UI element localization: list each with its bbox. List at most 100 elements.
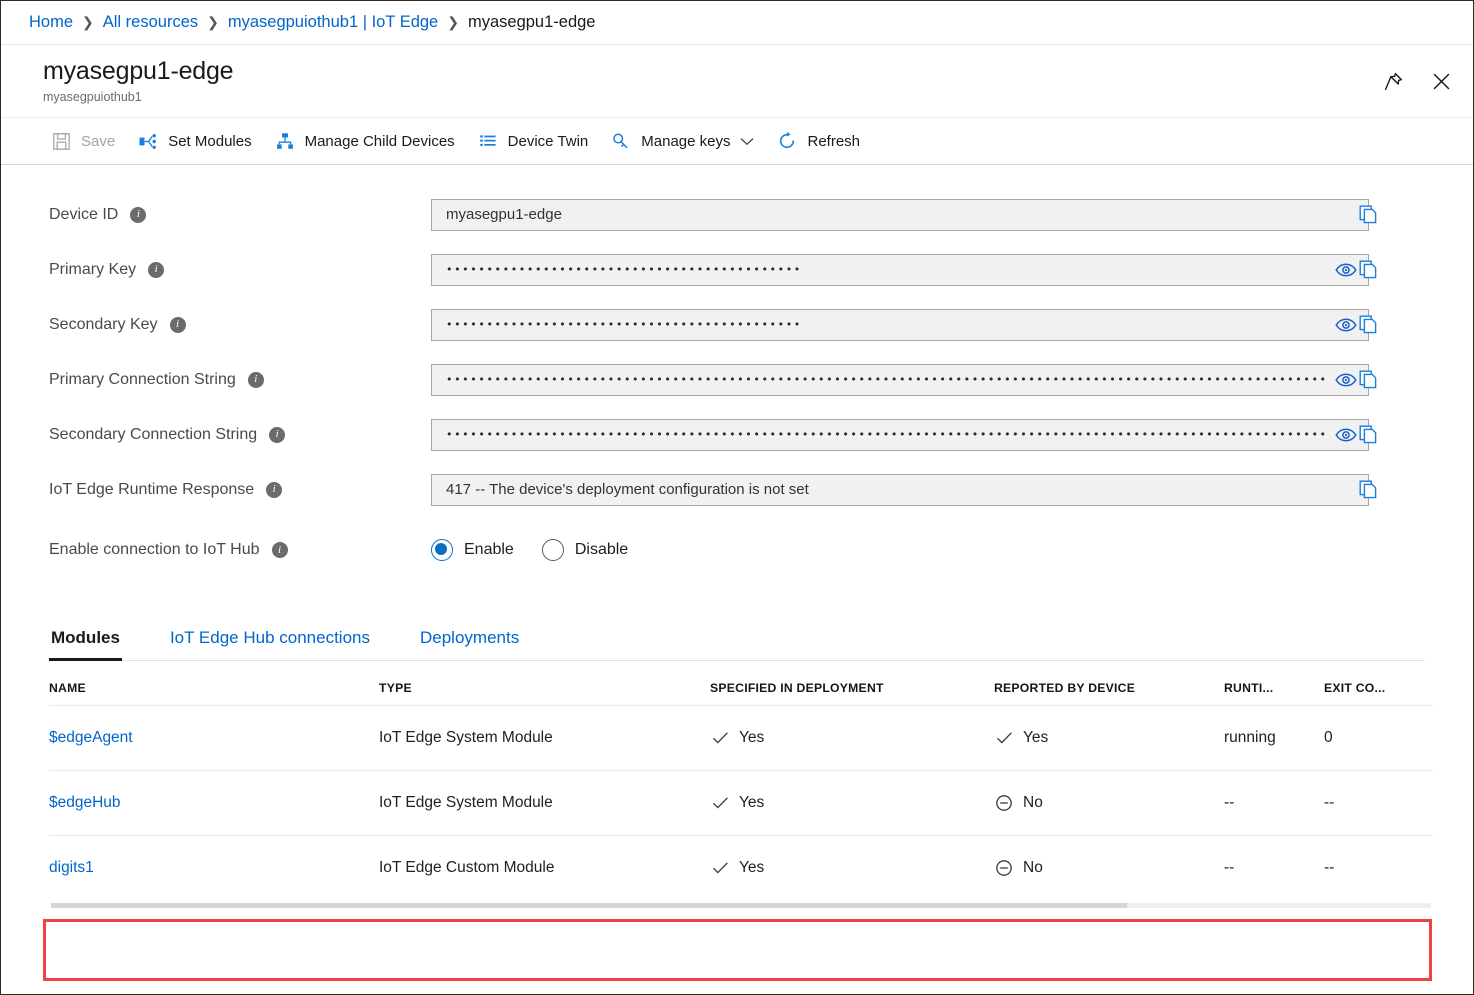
enable-connection-radio-group: Enable Disable (431, 539, 1369, 561)
specified-in-deployment-cell: Yes (710, 858, 994, 878)
chevron-down-icon (740, 137, 754, 146)
module-type: IoT Edge Custom Module (379, 859, 555, 876)
column-header-specified-in-deployment[interactable]: SPECIFIED IN DEPLOYMENT (710, 681, 994, 695)
copy-icon[interactable] (1357, 479, 1379, 501)
info-icon[interactable]: i (269, 426, 286, 443)
table-horizontal-scrollbar[interactable] (51, 903, 1431, 908)
field-control-device-id: myasegpu1-edge (431, 198, 1369, 231)
set-modules-label: Set Modules (168, 132, 252, 150)
field-control-primary-key: ••••••••••••••••••••••••••••••••••••••••… (431, 253, 1369, 286)
field-label-device-id: Device ID i (49, 206, 431, 224)
copy-icon[interactable] (1357, 424, 1379, 446)
field-label-secondary-connection-string: Secondary Connection String i (49, 426, 431, 444)
column-header-runtime-status[interactable]: RUNTI... (1224, 681, 1324, 695)
table-row[interactable]: digits1 IoT Edge Custom Module Yes No --… (49, 835, 1433, 900)
column-header-reported-by-device[interactable]: REPORTED BY DEVICE (994, 681, 1224, 695)
copy-icon[interactable] (1357, 204, 1379, 226)
module-type: IoT Edge System Module (379, 729, 553, 746)
secondary-connection-string-value: ••••••••••••••••••••••••••••••••••••••••… (446, 429, 1328, 440)
specified-in-deployment-value: Yes (739, 794, 765, 811)
save-button[interactable]: Save (39, 125, 126, 157)
exit-code-value: -- (1324, 794, 1335, 811)
tab-deployments[interactable]: Deployments (418, 628, 521, 660)
eye-icon[interactable] (1335, 372, 1357, 388)
eye-icon[interactable] (1335, 317, 1357, 333)
primary-key-input[interactable]: ••••••••••••••••••••••••••••••••••••••••… (431, 253, 1369, 286)
field-row-primary-connection-string: Primary Connection String i ••••••••••••… (1, 352, 1473, 407)
column-header-type[interactable]: TYPE (379, 681, 710, 695)
runtime-status-value: -- (1224, 859, 1235, 876)
info-icon[interactable]: i (247, 371, 264, 388)
pin-icon[interactable] (1381, 69, 1405, 93)
refresh-label: Refresh (807, 132, 861, 150)
set-modules-icon (137, 130, 159, 152)
close-icon[interactable] (1429, 69, 1453, 93)
info-icon[interactable]: i (148, 261, 165, 278)
breadcrumb-item-iot-hub[interactable]: myasegpuiothub1 | IoT Edge (228, 13, 438, 32)
radio-disable[interactable]: Disable (541, 539, 628, 561)
breadcrumb-separator: ❯ (207, 14, 219, 30)
specified-in-deployment-cell: Yes (710, 728, 994, 748)
circle-minus-icon (994, 793, 1014, 813)
module-name-link[interactable]: $edgeHub (49, 794, 121, 811)
secondary-connection-string-input[interactable]: ••••••••••••••••••••••••••••••••••••••••… (431, 418, 1369, 451)
key-icon (610, 130, 632, 152)
exit-code-value: 0 (1324, 729, 1333, 746)
runtime-response-input[interactable]: 417 -- The device's deployment configura… (431, 473, 1369, 506)
device-details-form: Device ID i myasegpu1-edge Primary Key i… (1, 165, 1473, 583)
specified-in-deployment-cell: Yes (710, 793, 994, 813)
page-subtitle: myasegpuiothub1 (43, 89, 142, 104)
module-name-link[interactable]: $edgeAgent (49, 729, 133, 746)
field-label-secondary-key: Secondary Key i (49, 316, 431, 334)
tab-modules[interactable]: Modules (49, 628, 122, 661)
page-title: myasegpu1-edge (43, 57, 234, 85)
device-twin-button[interactable]: Device Twin (466, 125, 600, 157)
manage-keys-button[interactable]: Manage keys (599, 125, 765, 157)
check-icon (710, 728, 730, 748)
device-twin-icon (477, 130, 499, 152)
reported-by-device-cell: No (994, 858, 1224, 878)
specified-in-deployment-value: Yes (739, 729, 765, 746)
copy-icon[interactable] (1357, 314, 1379, 336)
annotation-highlight-box (43, 919, 1432, 981)
eye-icon[interactable] (1335, 427, 1357, 443)
info-icon[interactable]: i (130, 206, 147, 223)
refresh-button[interactable]: Refresh (765, 125, 871, 157)
blade-title-actions (1381, 69, 1453, 93)
breadcrumb-separator: ❯ (447, 14, 459, 30)
field-label-primary-key: Primary Key i (49, 261, 431, 279)
field-label-primary-connection-string: Primary Connection String i (49, 371, 431, 389)
breadcrumb-item-all-resources[interactable]: All resources (103, 13, 198, 32)
radio-enable[interactable]: Enable (431, 539, 514, 561)
info-icon[interactable]: i (266, 481, 283, 498)
field-label-runtime-response: IoT Edge Runtime Response i (49, 481, 431, 499)
eye-icon[interactable] (1335, 262, 1357, 278)
secondary-key-input[interactable]: ••••••••••••••••••••••••••••••••••••••••… (431, 308, 1369, 341)
module-name-link[interactable]: digits1 (49, 859, 94, 876)
field-control-enable-connection: Enable Disable (431, 539, 1369, 561)
circle-minus-icon (994, 858, 1014, 878)
device-id-input[interactable]: myasegpu1-edge (431, 198, 1369, 231)
info-icon[interactable]: i (169, 316, 186, 333)
runtime-response-value: 417 -- The device's deployment configura… (446, 481, 809, 498)
breadcrumb-item-current: myasegpu1-edge (467, 13, 596, 31)
breadcrumb-item-home[interactable]: Home (29, 13, 73, 32)
device-id-value: myasegpu1-edge (446, 206, 562, 223)
specified-in-deployment-value: Yes (739, 859, 765, 876)
table-row[interactable]: $edgeAgent IoT Edge System Module Yes Ye… (49, 705, 1433, 770)
info-icon[interactable]: i (271, 542, 288, 558)
set-modules-button[interactable]: Set Modules (126, 125, 262, 157)
column-header-name[interactable]: NAME (49, 681, 379, 695)
copy-icon[interactable] (1357, 259, 1379, 281)
refresh-icon (776, 130, 798, 152)
table-row[interactable]: $edgeHub IoT Edge System Module Yes No -… (49, 770, 1433, 835)
copy-icon[interactable] (1357, 369, 1379, 391)
primary-connection-string-input[interactable]: ••••••••••••••••••••••••••••••••••••••••… (431, 363, 1369, 396)
breadcrumb-separator: ❯ (82, 14, 94, 30)
field-row-secondary-connection-string: Secondary Connection String i ••••••••••… (1, 407, 1473, 462)
tab-iot-edge-hub-connections[interactable]: IoT Edge Hub connections (168, 628, 372, 660)
manage-child-devices-button[interactable]: Manage Child Devices (263, 125, 466, 157)
column-header-exit-code[interactable]: EXIT CO... (1324, 681, 1434, 695)
blade-title-bar: myasegpu1-edge myasegpuiothub1 (1, 45, 1473, 117)
primary-connection-string-value: ••••••••••••••••••••••••••••••••••••••••… (446, 374, 1328, 385)
